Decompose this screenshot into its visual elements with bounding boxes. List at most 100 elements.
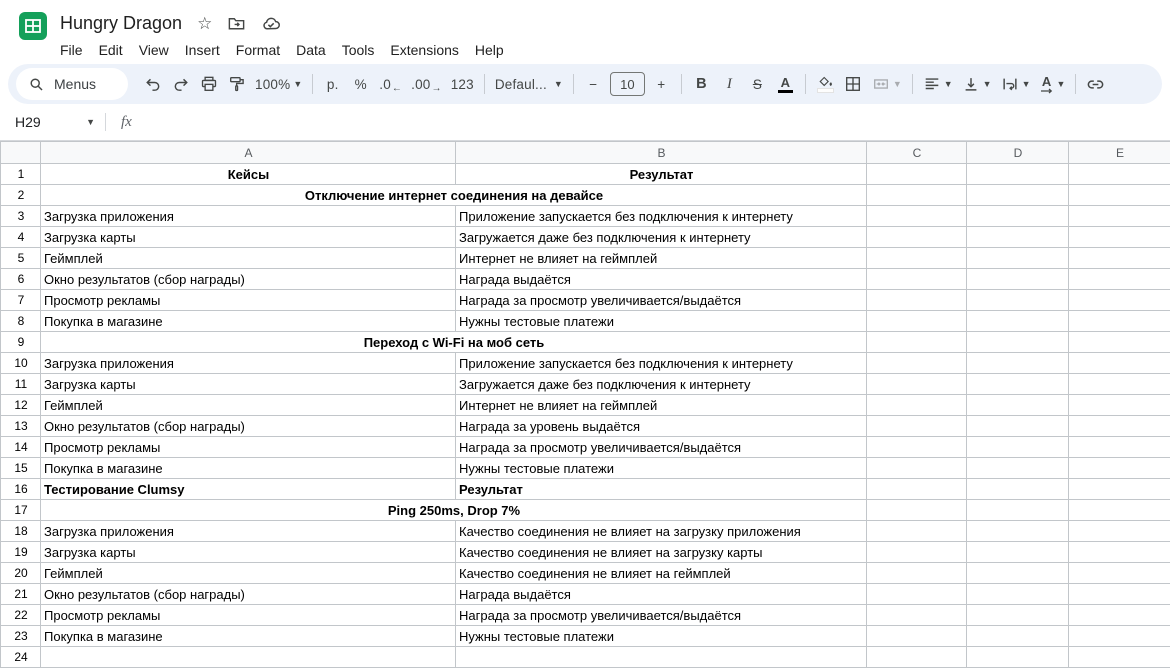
row-header-23[interactable]: 23 xyxy=(1,626,41,647)
cell-empty[interactable] xyxy=(1069,605,1170,626)
bold-button[interactable]: B xyxy=(688,70,715,98)
cell-a11[interactable]: Загрузка карты xyxy=(41,374,456,395)
cell-empty[interactable] xyxy=(867,416,967,437)
paint-format-button[interactable] xyxy=(223,70,250,98)
cell-a12[interactable]: Геймплей xyxy=(41,395,456,416)
cell-empty[interactable] xyxy=(967,374,1069,395)
cell-a8[interactable]: Покупка в магазине xyxy=(41,311,456,332)
cell-empty[interactable] xyxy=(1069,500,1170,521)
cell-b6[interactable]: Награда выдаётся xyxy=(456,269,867,290)
cell-b11[interactable]: Загружается даже без подключения к интер… xyxy=(456,374,867,395)
cell-empty[interactable] xyxy=(967,500,1069,521)
cell-empty[interactable] xyxy=(967,521,1069,542)
cell-empty[interactable] xyxy=(1069,584,1170,605)
cell-empty[interactable] xyxy=(1069,374,1170,395)
column-header-a[interactable]: A xyxy=(41,142,456,164)
cell-a14[interactable]: Просмотр рекламы xyxy=(41,437,456,458)
cell-empty[interactable] xyxy=(967,437,1069,458)
sheets-logo-icon[interactable] xyxy=(18,11,48,41)
cell-b18[interactable]: Качество соединения не влияет на загрузк… xyxy=(456,521,867,542)
font-size-input[interactable]: 10 xyxy=(610,72,645,96)
menu-item-tools[interactable]: Tools xyxy=(334,40,383,60)
cell-empty[interactable] xyxy=(967,164,1069,185)
cell-empty[interactable] xyxy=(867,290,967,311)
row-header-18[interactable]: 18 xyxy=(1,521,41,542)
row-header-17[interactable]: 17 xyxy=(1,500,41,521)
vertical-align-button[interactable]: ▼ xyxy=(958,70,996,98)
zoom-select[interactable]: 100% ▼ xyxy=(251,70,306,98)
column-header-b[interactable]: B xyxy=(456,142,867,164)
text-wrapping-button[interactable]: ▼ xyxy=(997,70,1035,98)
column-header-c[interactable]: C xyxy=(867,142,967,164)
cell-empty[interactable] xyxy=(967,479,1069,500)
print-button[interactable] xyxy=(195,70,222,98)
row-header-13[interactable]: 13 xyxy=(1,416,41,437)
row-header-6[interactable]: 6 xyxy=(1,269,41,290)
cell-empty[interactable] xyxy=(967,626,1069,647)
cell-empty[interactable] xyxy=(867,395,967,416)
cell-empty[interactable] xyxy=(867,332,967,353)
move-folder-icon[interactable] xyxy=(227,14,246,33)
cell-empty[interactable] xyxy=(967,584,1069,605)
menu-item-data[interactable]: Data xyxy=(288,40,334,60)
cell-empty[interactable] xyxy=(867,164,967,185)
row-header-3[interactable]: 3 xyxy=(1,206,41,227)
menu-item-insert[interactable]: Insert xyxy=(177,40,228,60)
menu-item-extensions[interactable]: Extensions xyxy=(382,40,466,60)
cell-empty[interactable] xyxy=(967,290,1069,311)
cell-a1[interactable]: Кейсы xyxy=(41,164,456,185)
cell-empty[interactable] xyxy=(967,332,1069,353)
cell-section-title[interactable]: Ping 250ms, Drop 7% xyxy=(41,500,867,521)
cell-empty[interactable] xyxy=(1069,458,1170,479)
cell-empty[interactable] xyxy=(867,521,967,542)
cell-empty[interactable] xyxy=(967,206,1069,227)
more-formats-button[interactable]: 123 xyxy=(447,70,478,98)
cell-a22[interactable]: Просмотр рекламы xyxy=(41,605,456,626)
cell-a16[interactable]: Тестирование Clumsy xyxy=(41,479,456,500)
cell-empty[interactable] xyxy=(1069,542,1170,563)
cell-a3[interactable]: Загрузка приложения xyxy=(41,206,456,227)
row-header-19[interactable]: 19 xyxy=(1,542,41,563)
cell-empty[interactable] xyxy=(1069,206,1170,227)
cell-empty[interactable] xyxy=(867,500,967,521)
cell-empty[interactable] xyxy=(867,353,967,374)
cell-empty[interactable] xyxy=(867,311,967,332)
row-header-15[interactable]: 15 xyxy=(1,458,41,479)
cell-section-title[interactable]: Переход с Wi-Fi на моб сеть xyxy=(41,332,867,353)
menu-item-format[interactable]: Format xyxy=(228,40,288,60)
cell-empty[interactable] xyxy=(867,227,967,248)
menu-item-help[interactable]: Help xyxy=(467,40,512,60)
cell-empty[interactable] xyxy=(1069,647,1170,668)
cell-empty[interactable] xyxy=(867,185,967,206)
menu-item-file[interactable]: File xyxy=(52,40,91,60)
undo-button[interactable] xyxy=(139,70,166,98)
cell-a21[interactable]: Окно результатов (сбор награды) xyxy=(41,584,456,605)
merge-cells-button[interactable]: ▼ xyxy=(868,70,906,98)
cell-b10[interactable]: Приложение запускается без подключения к… xyxy=(456,353,867,374)
cell-empty[interactable] xyxy=(1069,164,1170,185)
row-header-20[interactable]: 20 xyxy=(1,563,41,584)
text-color-button[interactable]: A xyxy=(772,70,799,98)
row-header-21[interactable]: 21 xyxy=(1,584,41,605)
fill-color-button[interactable] xyxy=(812,70,839,98)
cell-empty[interactable] xyxy=(867,584,967,605)
cell-empty[interactable] xyxy=(1069,563,1170,584)
cell-empty[interactable] xyxy=(867,374,967,395)
column-header-d[interactable]: D xyxy=(967,142,1069,164)
redo-button[interactable] xyxy=(167,70,194,98)
cell-a13[interactable]: Окно результатов (сбор награды) xyxy=(41,416,456,437)
cell-empty[interactable] xyxy=(1069,185,1170,206)
cell-empty[interactable] xyxy=(867,437,967,458)
text-rotation-button[interactable]: A ▼ xyxy=(1036,70,1070,98)
search-menus-button[interactable]: Menus xyxy=(16,68,128,100)
row-header-4[interactable]: 4 xyxy=(1,227,41,248)
cell-empty[interactable] xyxy=(967,185,1069,206)
cell-empty[interactable] xyxy=(867,563,967,584)
cell-empty[interactable] xyxy=(967,395,1069,416)
strikethrough-button[interactable]: S xyxy=(744,70,771,98)
document-title[interactable]: Hungry Dragon xyxy=(60,13,182,34)
cell-a23[interactable]: Покупка в магазине xyxy=(41,626,456,647)
cell-b23[interactable]: Нужны тестовые платежи xyxy=(456,626,867,647)
cell-empty[interactable] xyxy=(967,227,1069,248)
cell-empty[interactable] xyxy=(867,248,967,269)
